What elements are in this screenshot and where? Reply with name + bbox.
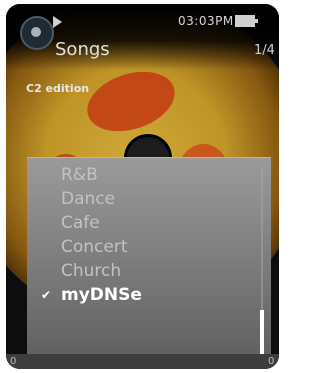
menu-item-rnb[interactable]: R&B [27,163,255,187]
footer-bar [6,354,279,369]
menu-item-church[interactable]: Church [27,259,255,283]
menu-item-label: Church [61,261,122,281]
device-bezel: 03:03PM Songs 1/4 C2 edition R&B Dance C… [6,4,279,369]
menu-item-cafe[interactable]: Cafe [27,211,255,235]
scrollbar-thumb[interactable] [260,310,264,354]
menu-item-dance[interactable]: Dance [27,187,255,211]
footer-right-value: 0 [268,356,275,367]
footer-left-value: 0 [10,356,17,367]
check-icon: ✔ [41,288,52,302]
menu-item-label: myDNSe [61,285,142,305]
menu-list: R&B Dance Cafe Concert Church ✔ myDNSe [27,163,255,307]
menu-item-label: Cafe [61,213,100,233]
menu-item-concert[interactable]: Concert [27,235,255,259]
folder-title: Songs [55,39,110,60]
menu-item-label: Dance [61,189,116,209]
battery-icon [235,15,258,27]
clock-time: 03:03PM [178,14,234,28]
dnse-preset-menu: R&B Dance Cafe Concert Church ✔ myDNSe [27,157,271,369]
play-icon [53,16,62,28]
album-subtitle: C2 edition [26,82,90,95]
menu-item-label: R&B [61,165,98,185]
menu-item-mydnse[interactable]: ✔ myDNSe [27,283,255,307]
track-counter: 1/4 [254,43,275,58]
player-logo-icon [20,16,54,50]
menu-item-label: Concert [61,237,128,257]
player-screen: 03:03PM Songs 1/4 C2 edition R&B Dance C… [6,4,279,369]
